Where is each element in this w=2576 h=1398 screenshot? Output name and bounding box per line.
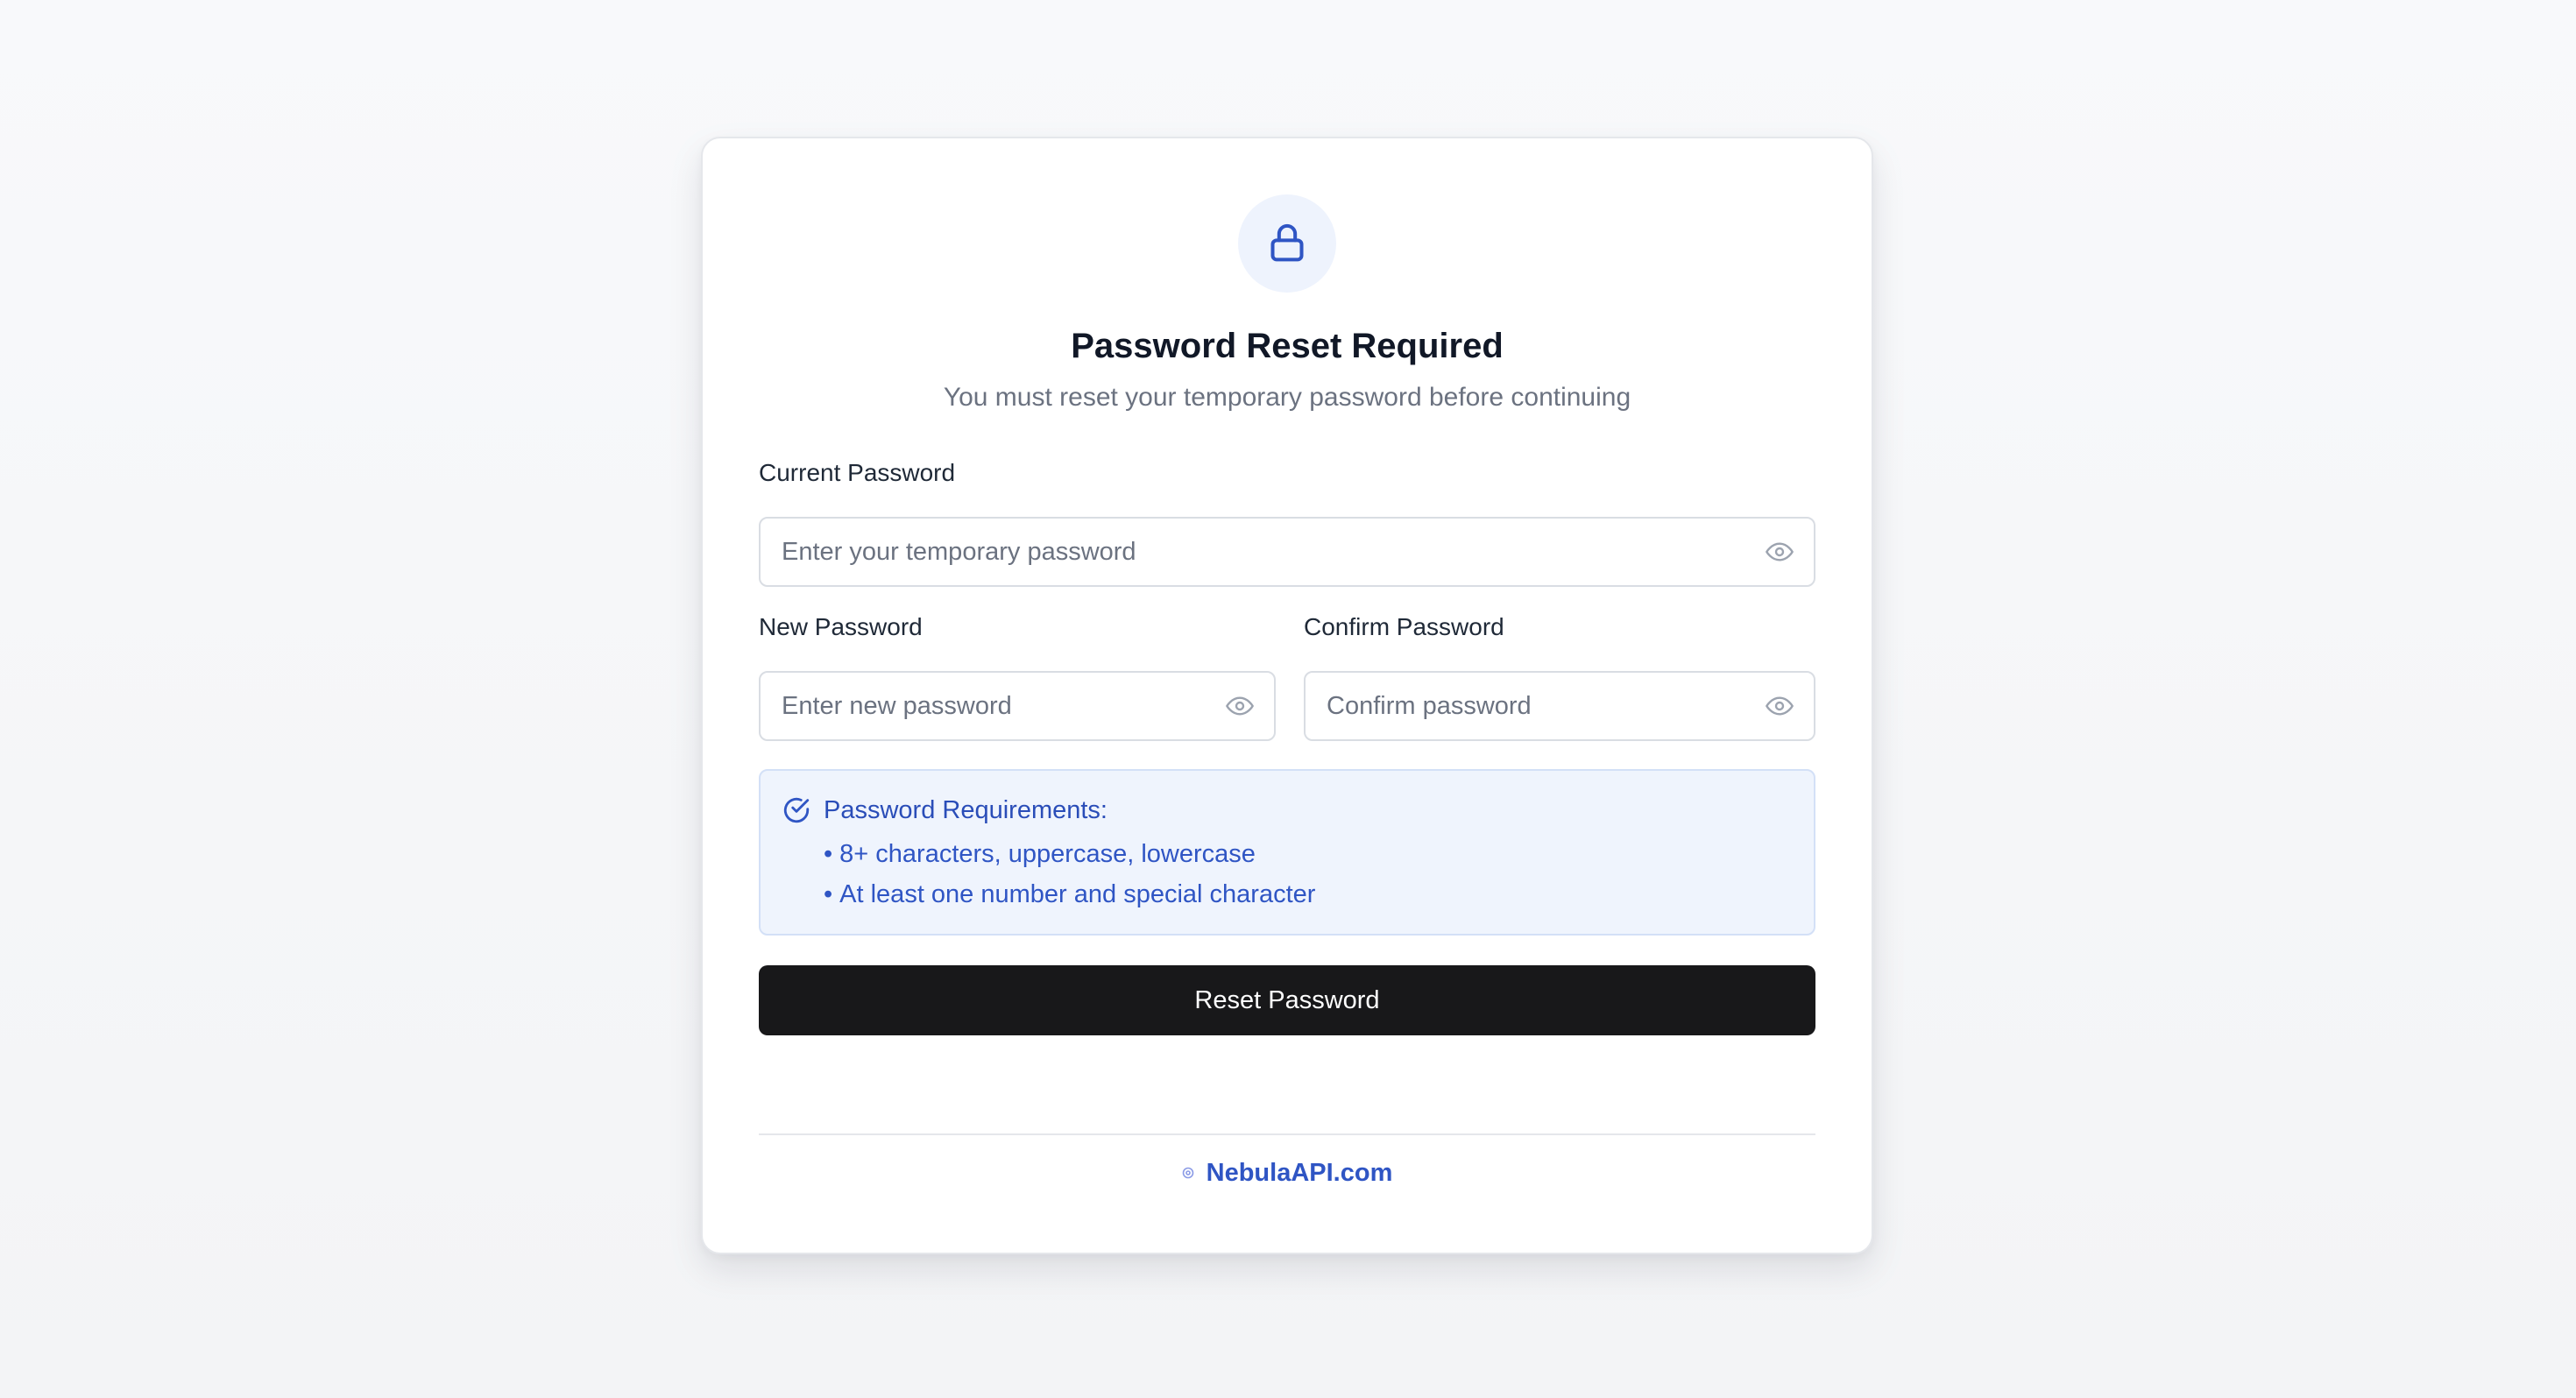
nebula-logo-icon [1182, 1167, 1193, 1179]
reset-password-button[interactable]: Reset Password [759, 965, 1815, 1035]
requirements-title: Password Requirements: [824, 796, 1108, 824]
requirement-item: • At least one number and special charact… [824, 878, 1315, 911]
eye-icon[interactable] [1225, 692, 1255, 720]
bullet: • [824, 880, 833, 908]
check-circle-icon [783, 797, 810, 823]
page-subtitle: You must reset your temporary password b… [943, 383, 1631, 412]
current-password-label: Current Password [759, 459, 956, 486]
new-password-label: New Password [759, 613, 923, 640]
lock-icon [1270, 223, 1304, 262]
divider [759, 1133, 1815, 1135]
new-password-field[interactable] [759, 671, 1276, 741]
requirement-text: At least one number and special characte… [839, 880, 1316, 908]
card-content: Password Reset Required You must reset y… [759, 138, 1815, 1253]
eye-icon[interactable] [1765, 538, 1794, 566]
password-requirements-box: Password Requirements: • 8+ characters, u… [759, 769, 1815, 936]
password-reset-card: Password Reset Required You must reset y… [701, 137, 1873, 1254]
brand-link[interactable]: NebulaAPI.com [1207, 1156, 1393, 1190]
current-password-input[interactable] [782, 519, 1751, 585]
page-title: Password Reset Required [1071, 327, 1504, 365]
footer-brand: NebulaAPI.com [759, 1156, 1815, 1190]
confirm-password-label: Confirm Password [1304, 613, 1504, 640]
confirm-password-field[interactable] [1304, 671, 1815, 741]
requirement-text: 8+ characters, uppercase, lowercase [839, 840, 1256, 868]
requirement-item: • 8+ characters, uppercase, lowercase [824, 837, 1256, 871]
lock-icon-badge [1238, 194, 1336, 293]
confirm-password-input[interactable] [1327, 673, 1751, 739]
new-password-input[interactable] [782, 673, 1211, 739]
current-password-field[interactable] [759, 517, 1815, 587]
bullet: • [824, 840, 833, 868]
eye-icon[interactable] [1765, 692, 1794, 720]
